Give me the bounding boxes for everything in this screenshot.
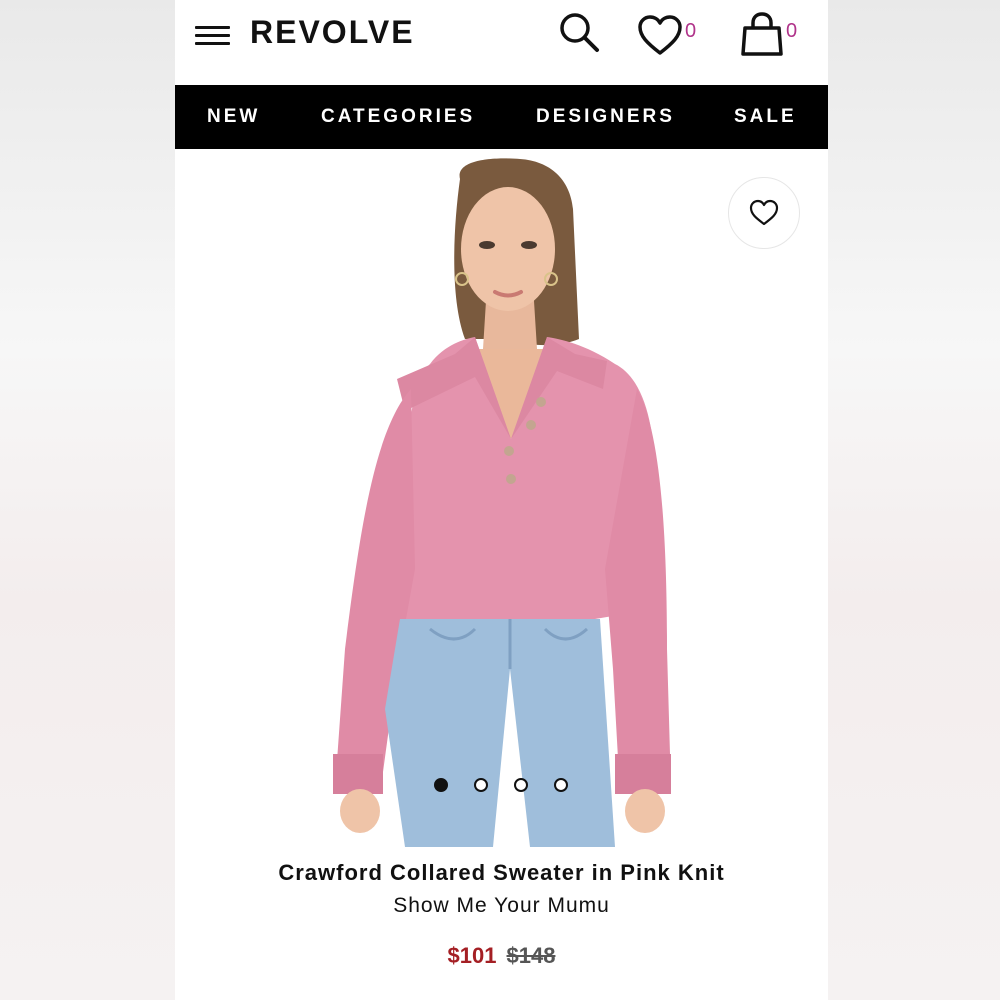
nav-item-categories[interactable]: CATEGORIES (321, 106, 475, 128)
wishlist-count: 0 (685, 20, 697, 42)
product-brand-link[interactable]: Show Me Your Mumu (175, 894, 828, 918)
nav-item-new[interactable]: NEW (207, 106, 260, 128)
original-price: $148 (506, 943, 556, 968)
product-title: Crawford Collared Sweater in Pink Knit (278, 860, 725, 885)
main-nav: NEW CATEGORIES DESIGNERS SALE (175, 85, 828, 149)
carousel-dots (434, 778, 574, 792)
bag-count: 0 (786, 20, 798, 42)
search-button[interactable] (557, 10, 603, 60)
carousel-dot-1[interactable] (434, 778, 448, 792)
background-left (0, 0, 175, 1000)
sale-price: $101 (447, 943, 497, 968)
site-logo[interactable]: REVOLVE (250, 14, 415, 51)
product-image-carousel[interactable] (175, 149, 828, 847)
menu-icon[interactable] (195, 24, 231, 48)
nav-item-sale[interactable]: SALE (734, 106, 797, 128)
heart-outline-icon (749, 199, 779, 226)
top-header: REVOLVE 0 0 (175, 0, 828, 85)
nav-item-designers[interactable]: DESIGNERS (536, 106, 675, 128)
background-right (828, 0, 1000, 1000)
carousel-dot-2[interactable] (474, 778, 488, 792)
shopping-bag-icon (741, 12, 783, 56)
product-photo (333, 158, 671, 847)
product-price: $101 $148 (175, 943, 828, 969)
carousel-dot-4[interactable] (554, 778, 568, 792)
mobile-screen: REVOLVE 0 0 NEW CATEGORIES DESIGNERS SAL… (175, 0, 828, 1000)
favorite-button[interactable] (728, 177, 800, 249)
carousel-dot-3[interactable] (514, 778, 528, 792)
search-icon (560, 13, 599, 52)
heart-icon (638, 15, 682, 55)
shopping-bag-button[interactable]: 0 (737, 10, 807, 60)
wishlist-button[interactable]: 0 (635, 10, 705, 60)
